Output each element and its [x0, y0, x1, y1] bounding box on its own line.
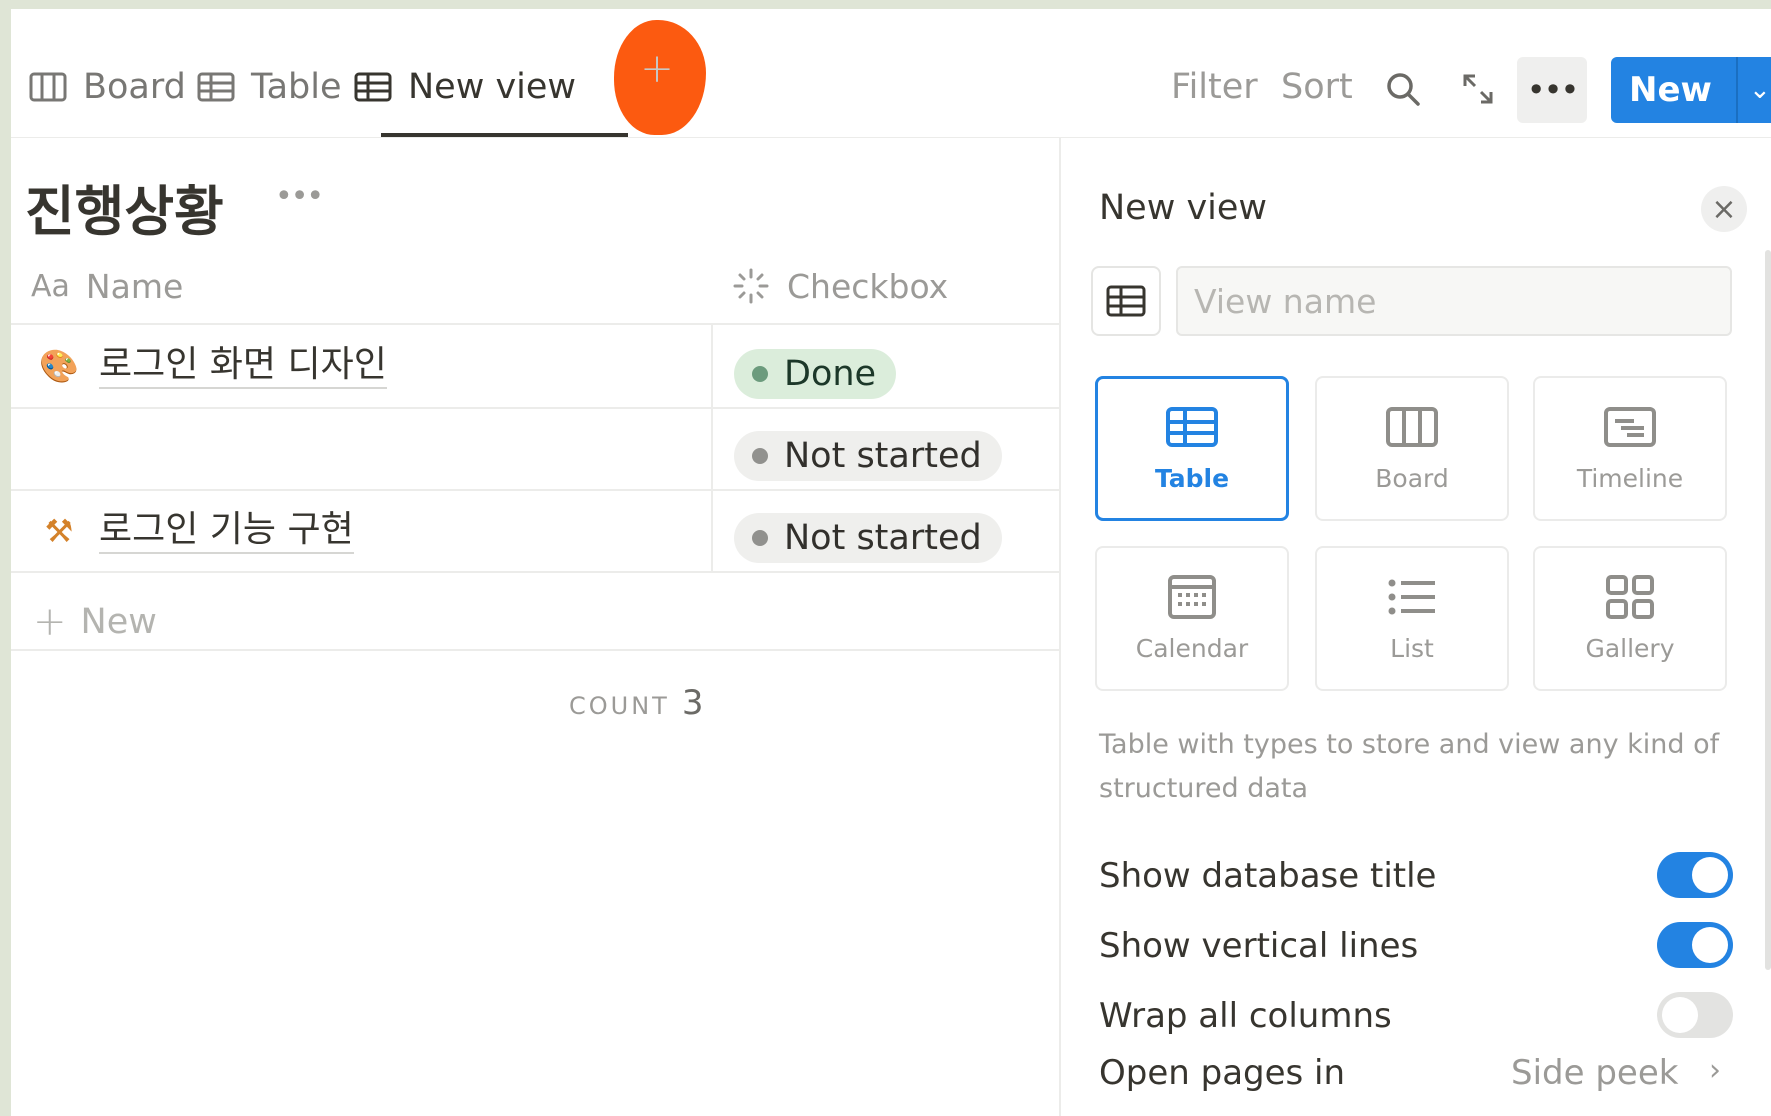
add-row-label: New: [80, 602, 157, 642]
column-header-name-label: Name: [85, 266, 184, 306]
plus-icon: +: [33, 599, 67, 645]
view-type-label: Gallery: [1585, 634, 1675, 663]
new-button-divider: [1736, 57, 1738, 123]
toggle-show-vertical-lines[interactable]: [1657, 922, 1733, 968]
view-type-gallery[interactable]: Gallery: [1533, 546, 1727, 691]
board-icon: [29, 71, 69, 103]
close-icon[interactable]: ×: [1701, 186, 1747, 232]
column-header-checkbox[interactable]: Checkbox: [731, 261, 948, 311]
divider: [11, 407, 1059, 409]
active-tab-indicator: [381, 133, 628, 137]
row-title: 로그인 화면 디자인: [99, 343, 387, 389]
tab-new-view[interactable]: New view: [354, 63, 576, 111]
notion-window: Board Table New view + Filter Sort ••• N…: [11, 9, 1771, 1116]
status-label: Not started: [784, 436, 982, 476]
view-toolbar: Board Table New view + Filter Sort ••• N…: [11, 9, 1771, 138]
divider: [11, 649, 1059, 651]
table-icon: [1165, 404, 1219, 450]
tab-board[interactable]: Board: [29, 63, 186, 111]
option-open-pages-in: Open pages in: [1099, 1053, 1346, 1093]
expand-icon[interactable]: [1458, 69, 1498, 109]
toggle-knob: [1692, 857, 1728, 893]
option-wrap-all-columns: Wrap all columns: [1099, 996, 1392, 1036]
status-dot: [752, 530, 768, 546]
panel-title: New view: [1099, 188, 1268, 228]
status-label: Done: [784, 354, 877, 394]
new-view-panel: New view × Table Board Timeline: [1059, 138, 1771, 1116]
add-row-button[interactable]: + New: [33, 599, 157, 645]
hammer-pick-icon: ⚒: [44, 512, 74, 550]
divider: [11, 489, 1059, 491]
status-badge[interactable]: Done: [734, 349, 897, 399]
database-more-button[interactable]: •••: [275, 179, 324, 214]
option-show-database-title: Show database title: [1099, 856, 1437, 896]
plus-icon: +: [640, 45, 674, 92]
view-type-table[interactable]: Table: [1095, 376, 1289, 521]
more-options-button[interactable]: •••: [1517, 57, 1587, 123]
list-icon: [1385, 574, 1439, 620]
view-icon-picker[interactable]: [1091, 266, 1161, 336]
status-badge[interactable]: Not started: [734, 513, 1002, 563]
new-button[interactable]: New ⌄: [1611, 57, 1771, 123]
table-row-name[interactable]: ⚒ 로그인 기능 구현: [39, 506, 354, 556]
database-title[interactable]: 진행상황: [25, 167, 224, 246]
tab-table[interactable]: Table: [197, 63, 342, 111]
tab-board-label: Board: [83, 67, 186, 107]
view-name-input[interactable]: [1176, 266, 1732, 336]
sort-button[interactable]: Sort: [1281, 67, 1353, 107]
view-type-label: List: [1390, 634, 1434, 663]
table-icon: [1106, 285, 1146, 317]
row-title: 로그인 기능 구현: [99, 508, 354, 554]
status-label: Not started: [784, 518, 982, 558]
status-property-icon: [731, 266, 771, 306]
chevron-down-icon[interactable]: ⌄: [1749, 75, 1771, 105]
timeline-icon: [1603, 404, 1657, 450]
status-dot: [752, 448, 768, 464]
count-value: 3: [681, 683, 704, 723]
count-label: COUNT: [569, 692, 670, 720]
row-count[interactable]: COUNT 3: [569, 683, 703, 723]
toggle-show-database-title[interactable]: [1657, 852, 1733, 898]
option-show-vertical-lines: Show vertical lines: [1099, 926, 1419, 966]
chevron-right-icon[interactable]: ›: [1709, 1053, 1721, 1088]
column-header-name[interactable]: Aa Name: [31, 261, 183, 311]
text-property-icon: Aa: [31, 268, 70, 304]
divider: [11, 571, 1059, 573]
add-view-button[interactable]: +: [614, 20, 706, 135]
view-type-label: Table: [1154, 464, 1230, 493]
palette-icon: 🎨: [39, 347, 79, 385]
toggle-knob: [1692, 927, 1728, 963]
column-divider: [711, 323, 713, 571]
view-type-label: Calendar: [1135, 634, 1249, 663]
gallery-icon: [1603, 574, 1657, 620]
view-type-label: Board: [1375, 464, 1449, 493]
view-type-timeline[interactable]: Timeline: [1533, 376, 1727, 521]
view-type-description: Table with types to store and view any k…: [1099, 729, 1720, 804]
panel-scrollbar[interactable]: [1765, 250, 1771, 970]
toggle-knob: [1662, 997, 1698, 1033]
calendar-icon: [1165, 574, 1219, 620]
view-type-list[interactable]: List: [1315, 546, 1509, 691]
table-icon: [197, 71, 237, 103]
tab-table-label: Table: [251, 67, 342, 107]
open-pages-in-select[interactable]: Side peek: [1511, 1053, 1678, 1093]
divider: [11, 323, 1059, 325]
filter-button[interactable]: Filter: [1171, 67, 1258, 107]
toggle-wrap-all-columns[interactable]: [1657, 992, 1733, 1038]
search-icon[interactable]: [1383, 69, 1423, 109]
table-icon: [354, 71, 394, 103]
table-row-name[interactable]: 🎨 로그인 화면 디자인: [39, 341, 387, 391]
status-dot: [752, 366, 768, 382]
status-badge[interactable]: Not started: [734, 431, 1002, 481]
view-type-board[interactable]: Board: [1315, 376, 1509, 521]
new-button-label: New: [1629, 70, 1712, 110]
column-header-checkbox-label: Checkbox: [787, 266, 949, 306]
view-type-label: Timeline: [1576, 464, 1684, 493]
tab-new-view-label: New view: [408, 67, 577, 107]
view-type-calendar[interactable]: Calendar: [1095, 546, 1289, 691]
board-icon: [1385, 404, 1439, 450]
